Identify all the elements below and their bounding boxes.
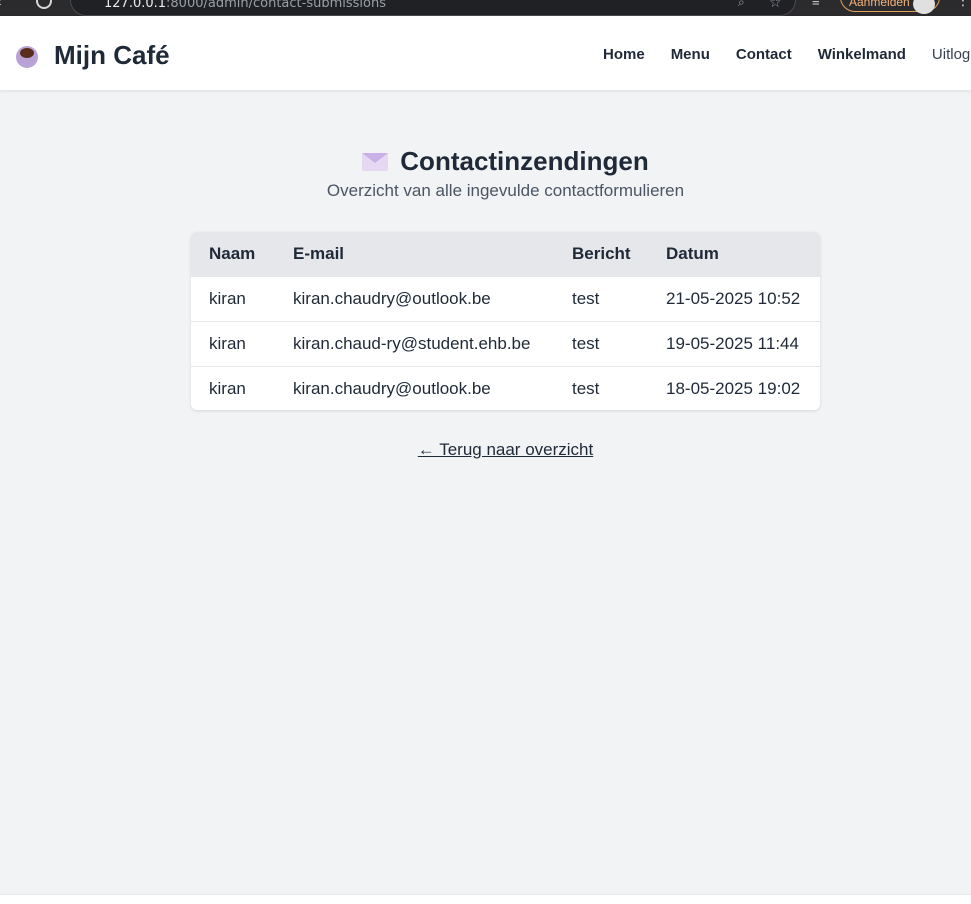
cell-datum: 19-05-2025 11:44 <box>666 321 820 367</box>
nav-link-contact[interactable]: Contact <box>736 46 792 63</box>
coffee-cup-icon <box>14 42 42 70</box>
cell-datum: 18-05-2025 19:02 <box>666 366 820 410</box>
address-bar-url[interactable]: 127.0.0.1:8000/admin/contact-submissions <box>104 0 386 11</box>
page-subtitle: Overzicht van alle ingevulde contactform… <box>326 181 685 200</box>
column-header-email: E-mail <box>293 232 572 277</box>
column-header-bericht: Bericht <box>572 232 666 277</box>
search-icon[interactable]: ⌕ <box>738 0 745 10</box>
submissions-table: Naam E-mail Bericht Datum kiran kiran.ch… <box>191 232 820 410</box>
bookmark-star-icon[interactable]: ☆ <box>769 0 782 11</box>
reload-icon[interactable] <box>36 0 52 9</box>
cell-email: kiran.chaud-ry@student.ehb.be <box>293 321 572 367</box>
brand-name[interactable]: Mijn Café <box>54 40 170 71</box>
cell-datum: 21-05-2025 10:52 <box>666 276 820 322</box>
brand-logo[interactable]: Mijn Café <box>14 40 170 71</box>
table-row: kiran kiran.chaud-ry@student.ehb.be test… <box>191 321 820 367</box>
profile-avatar-icon[interactable] <box>913 0 935 14</box>
nav-link-menu[interactable]: Menu <box>671 46 710 63</box>
column-header-naam: Naam <box>191 232 293 277</box>
table-row: kiran kiran.chaudry@outlook.be test 18-0… <box>191 366 820 410</box>
tab-list-icon[interactable]: ≡ <box>812 0 820 9</box>
nav-link-home[interactable]: Home <box>603 46 645 63</box>
main-nav: Home Menu Contact Winkelmand Uitlog <box>603 46 971 63</box>
submissions-table-card: Naam E-mail Bericht Datum kiran kiran.ch… <box>191 232 820 410</box>
more-menu-icon[interactable]: ⋮ <box>956 0 970 9</box>
nav-link-cart[interactable]: Winkelmand <box>818 46 906 63</box>
cell-bericht: test <box>572 321 666 367</box>
envelope-icon <box>362 152 389 171</box>
cell-bericht: test <box>572 366 666 410</box>
table-header-row: Naam E-mail Bericht Datum <box>191 232 820 277</box>
footer-area <box>0 895 971 904</box>
nav-link-logout[interactable]: Uitlog <box>932 46 970 63</box>
page-title: Contactinzendingen <box>400 146 649 176</box>
cell-naam: kiran <box>191 366 293 410</box>
table-row: kiran kiran.chaudry@outlook.be test 21-0… <box>191 276 820 322</box>
cell-email: kiran.chaudry@outlook.be <box>293 276 572 322</box>
back-to-overview-link[interactable]: ← Terug naar overzicht <box>0 440 971 460</box>
cell-naam: kiran <box>191 276 293 322</box>
browser-toolbar: ‹ 127.0.0.1:8000/admin/contact-submissio… <box>0 0 971 16</box>
page-heading: Contactinzendingen <box>0 146 971 177</box>
cell-email: kiran.chaudry@outlook.be <box>293 366 572 410</box>
cell-naam: kiran <box>191 321 293 367</box>
back-arrow-icon[interactable]: ‹ <box>0 0 2 8</box>
site-navbar: Mijn Café Home Menu Contact Winkelmand U… <box>0 16 971 90</box>
column-header-datum: Datum <box>666 232 820 277</box>
cell-bericht: test <box>572 276 666 322</box>
